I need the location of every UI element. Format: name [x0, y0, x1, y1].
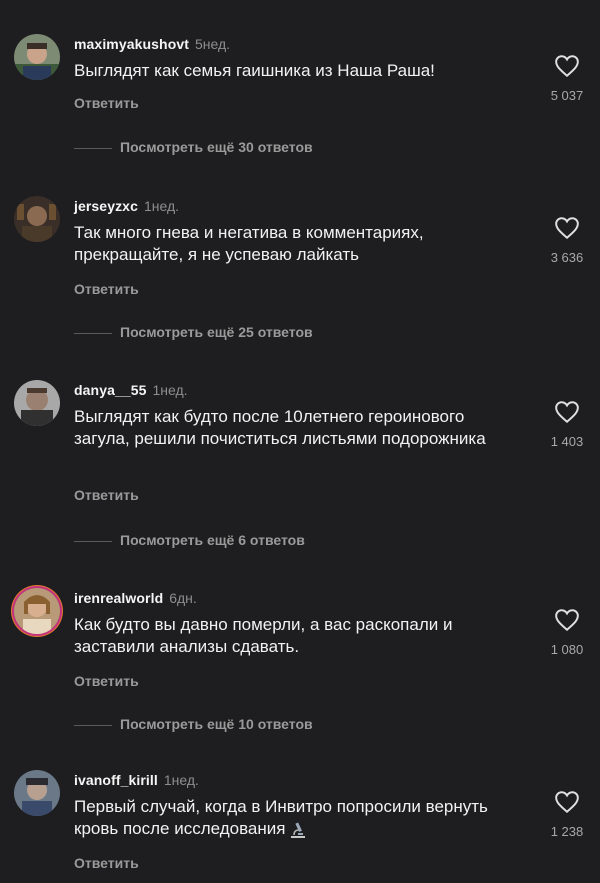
heart-icon[interactable]: [554, 790, 580, 814]
comment-text: Выглядят как семья гаишника из Наша Раша…: [74, 61, 435, 80]
like-count: 1 080: [550, 642, 584, 657]
avatar[interactable]: [14, 34, 60, 80]
microscope-icon: [291, 822, 306, 838]
username[interactable]: maximyakushovt: [74, 36, 189, 52]
comment-header: maximyakushovt 5нед.: [74, 36, 230, 52]
view-more-replies-label: Посмотреть ещё 25 ответов: [120, 324, 313, 340]
divider: [74, 724, 112, 726]
like-control: 3 636: [538, 216, 596, 265]
heart-icon[interactable]: [554, 400, 580, 424]
username[interactable]: jerseyzxc: [74, 198, 138, 214]
divider: [74, 540, 112, 542]
like-control: 1 403: [538, 400, 596, 449]
reply-button[interactable]: Ответить: [74, 95, 139, 111]
view-more-replies-button[interactable]: Посмотреть ещё 10 ответов: [74, 716, 313, 732]
timestamp: 1нед.: [152, 382, 188, 398]
reply-button[interactable]: Ответить: [74, 673, 139, 689]
comment-text: Так много гнева и негатива в комментария…: [74, 223, 424, 264]
like-control: 5 037: [538, 54, 596, 103]
comment-header: irenrealworld 6дн.: [74, 590, 197, 606]
username[interactable]: danya__55: [74, 382, 147, 398]
avatar[interactable]: [14, 380, 60, 426]
like-count: 3 636: [550, 250, 584, 265]
comment-text-content: Первый случай, когда в Инвитро попросили…: [74, 797, 488, 838]
heart-icon[interactable]: [554, 216, 580, 240]
divider: [74, 147, 112, 149]
like-count: 1 403: [550, 434, 584, 449]
avatar[interactable]: [14, 770, 60, 816]
reply-button[interactable]: Ответить: [74, 487, 139, 503]
like-control: 1 080: [538, 608, 596, 657]
like-count: 5 037: [550, 88, 584, 103]
timestamp: 1нед.: [143, 198, 180, 214]
comment-header: danya__55 1нед.: [74, 382, 188, 398]
timestamp: 1нед.: [163, 772, 199, 788]
comment-text: Выглядят как будто после 10летнего герои…: [74, 407, 486, 448]
like-count: 1 238: [550, 824, 584, 839]
comment-text: Как будто вы давно померли, а вас раскоп…: [74, 615, 453, 656]
timestamp: 6дн.: [169, 590, 197, 606]
username[interactable]: irenrealworld: [74, 590, 163, 606]
reply-button[interactable]: Ответить: [74, 855, 139, 871]
comment-header: jerseyzxc 1нед.: [74, 198, 179, 214]
heart-icon[interactable]: [554, 54, 580, 78]
avatar[interactable]: [14, 588, 60, 634]
view-more-replies-button[interactable]: Посмотреть ещё 25 ответов: [74, 324, 313, 340]
divider: [74, 332, 112, 334]
like-control: 1 238: [538, 790, 596, 839]
view-more-replies-label: Посмотреть ещё 6 ответов: [120, 532, 305, 548]
view-more-replies-button[interactable]: Посмотреть ещё 30 ответов: [74, 139, 313, 155]
avatar[interactable]: [14, 196, 60, 242]
heart-icon[interactable]: [554, 608, 580, 632]
timestamp: 5нед.: [195, 36, 231, 52]
comment-text: Первый случай, когда в Инвитро попросили…: [74, 796, 524, 840]
view-more-replies-button[interactable]: Посмотреть ещё 6 ответов: [74, 532, 305, 548]
view-more-replies-label: Посмотреть ещё 10 ответов: [120, 716, 313, 732]
reply-button[interactable]: Ответить: [74, 281, 139, 297]
comment-header: ivanoff_kirill 1нед.: [74, 772, 199, 788]
view-more-replies-label: Посмотреть ещё 30 ответов: [120, 139, 313, 155]
username[interactable]: ivanoff_kirill: [74, 772, 158, 788]
